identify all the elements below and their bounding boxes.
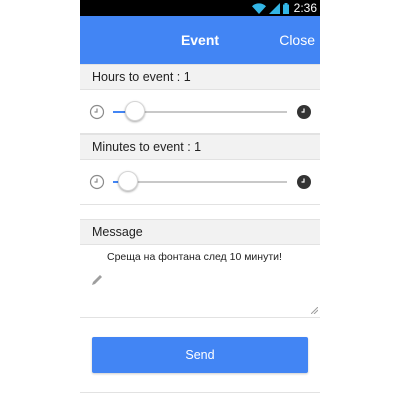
message-header: Message [80,219,320,245]
minutes-header: Minutes to event : 1 [80,134,320,160]
hours-label: Hours to event : 1 [92,70,191,84]
hours-slider-row [80,90,320,134]
message-area: Среща на фонтана след 10 минути! [80,246,320,316]
signal-icon [268,2,280,14]
message-text: Среща на фонтана след 10 минути! [107,251,282,263]
status-time: 2:36 [293,1,317,15]
divider [80,204,320,205]
clock-outline-icon [89,174,105,190]
message-label: Message [92,225,143,239]
clock-outline-icon [89,104,105,120]
minutes-slider-thumb[interactable] [118,171,139,191]
divider [80,392,320,393]
hours-slider[interactable] [113,101,287,121]
divider [80,317,320,318]
minutes-slider-track [113,181,287,183]
minutes-slider-row [80,160,320,204]
hours-slider-thumb[interactable] [125,101,146,121]
minutes-slider[interactable] [113,171,287,191]
close-button[interactable]: Close [279,16,315,64]
minutes-label: Minutes to event : 1 [92,140,202,154]
pencil-icon [92,275,102,285]
event-screen: 2:36 Event Close Hours to event : 1 Minu… [80,0,320,400]
app-bar: Event Close [80,16,320,64]
clock-filled-icon [297,105,311,119]
send-button[interactable]: Send [92,337,308,373]
status-icons: 2:36 [251,1,317,15]
battery-icon [282,2,289,14]
resize-grip-icon[interactable] [311,307,318,314]
status-bar: 2:36 [80,0,320,16]
clock-filled-icon [297,175,311,189]
wifi-icon [251,2,266,14]
hours-header: Hours to event : 1 [80,64,320,90]
